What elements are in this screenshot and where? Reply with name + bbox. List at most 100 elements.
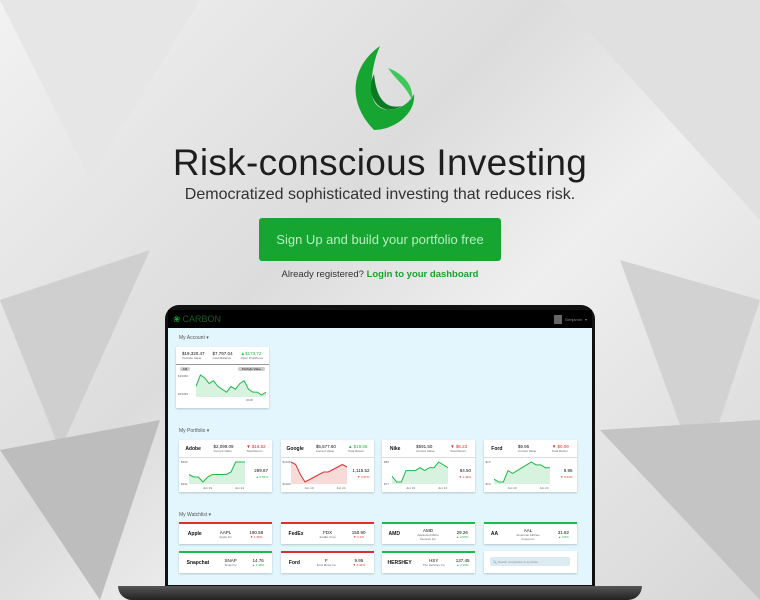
price-change: ▲ 0.55% bbox=[456, 534, 469, 539]
x-tick: Jun 24 bbox=[235, 486, 245, 490]
hero-title: Risk-conscious Investing bbox=[172, 142, 588, 183]
price: 29.26 bbox=[456, 529, 468, 535]
watchlist-item[interactable]: AMD AMD Advanced Micro Devices Inc 29.26 ▲ 0… bbox=[382, 522, 475, 544]
company-name: Ford Motor Co bbox=[316, 563, 337, 567]
y-min: $10 bbox=[485, 482, 491, 486]
carbon-logo bbox=[355, 46, 415, 130]
search-icon: 🔍 bbox=[493, 559, 497, 564]
login-link[interactable]: Login to your dashboard bbox=[367, 269, 479, 280]
stock-price: 299.87 bbox=[254, 468, 268, 473]
price: 31.82 bbox=[557, 529, 570, 535]
portfolio-card[interactable]: Google $5,577.60 Current Value ▲ $19.65 To… bbox=[280, 440, 374, 492]
company-logo: Google bbox=[286, 445, 304, 452]
symbol: AAPL bbox=[219, 529, 232, 535]
portfolio-card[interactable]: Ford $9.95 Current Value ▼ $0.09 Total Ret… bbox=[483, 440, 577, 492]
price-change: ▲ 1.38% bbox=[252, 563, 265, 567]
x-tick: Jun 24 bbox=[336, 486, 346, 490]
watchlist-item[interactable]: FedEx FDX FedEx Corp 150.90 ▼ 3.1% bbox=[280, 522, 374, 544]
stock-sparkline bbox=[493, 461, 550, 484]
sparkline-area bbox=[392, 462, 448, 484]
portfolio-section-title[interactable]: My Portfolio ▾ bbox=[179, 428, 209, 434]
login-prefix: Already registered? bbox=[281, 269, 367, 280]
price-change: ▼ 1.35% bbox=[250, 534, 263, 539]
company-logo: AMD bbox=[388, 531, 400, 537]
label: Cash Balance bbox=[212, 356, 232, 360]
label: Current Value bbox=[315, 449, 335, 453]
label: Total Return bbox=[246, 449, 263, 453]
label: Current Value bbox=[213, 449, 232, 453]
y-min: $291 bbox=[181, 482, 188, 486]
login-prompt: Already registered? Login to your dashbo… bbox=[0, 269, 760, 280]
signup-button[interactable]: Sign Up and build your portfolio free bbox=[259, 218, 501, 261]
price-change: ▼ 0.57% bbox=[357, 475, 370, 479]
watchlist-item[interactable]: Snapchat SNAP Snap Inc 14.76 ▲ 1.38% bbox=[179, 550, 272, 573]
y-max: $1138 bbox=[282, 460, 291, 464]
app-topbar: ❀ CARBON Benjamin ▾ bbox=[168, 310, 592, 328]
user-menu[interactable]: Benjamin ▾ bbox=[554, 314, 587, 324]
x-tick: 2018 bbox=[246, 398, 253, 402]
company-logo: FedEx bbox=[288, 531, 304, 537]
price: 150.90 bbox=[351, 529, 366, 535]
company-name: Apple Inc bbox=[219, 534, 232, 539]
user-name: Benjamin bbox=[565, 316, 582, 322]
chevron-down-icon: ▾ bbox=[584, 316, 587, 322]
company-logo: Ford bbox=[288, 559, 300, 566]
stock-price: 84.50 bbox=[459, 468, 471, 473]
laptop-mockup: ❀ CARBON Benjamin ▾ My Account ▾ $19,320.4… bbox=[165, 305, 595, 590]
y-min: $19365 bbox=[178, 392, 189, 396]
company-name: FedEx Corp bbox=[319, 534, 336, 539]
avatar bbox=[554, 314, 563, 324]
watchlist-item[interactable]: Ford F Ford Motor Co 9.95 ▼ 0.41% bbox=[280, 550, 374, 573]
company-logo: Snapchat bbox=[186, 559, 210, 566]
watchlist-item[interactable]: AA AAL American Airlines Group Inc 31.82 ▲ 0… bbox=[483, 522, 577, 544]
section-label: My Watchlist bbox=[179, 512, 208, 518]
stock-sparkline bbox=[189, 461, 245, 484]
price-change: ▲ 0.8% bbox=[558, 534, 569, 539]
company-logo: AA bbox=[490, 531, 499, 537]
y-min: $77 bbox=[384, 482, 390, 486]
account-section-title[interactable]: My Account ▾ bbox=[179, 335, 209, 341]
account-chart: $19360 $19365 2018 bbox=[176, 373, 269, 403]
watchlist-section-title[interactable]: My Watchlist ▾ bbox=[179, 512, 211, 518]
x-tick: Jun 24 bbox=[438, 486, 448, 490]
label: Total Return bbox=[450, 449, 467, 453]
range-1m[interactable]: 1M bbox=[180, 367, 191, 371]
section-label: My Portfolio bbox=[179, 428, 206, 434]
brand-name: CARBON bbox=[182, 314, 222, 324]
laptop-base bbox=[118, 586, 642, 600]
company-logo: Adobe bbox=[185, 445, 201, 452]
watchlist-item[interactable]: HERSHEY HSY The Hershey Co 137.45 ▲ 0.23% bbox=[382, 550, 475, 573]
company-logo: Ford bbox=[491, 445, 503, 452]
x-tick: Jun 19 bbox=[203, 486, 213, 490]
portfolio-card[interactable]: Adobe $2,099.09 Current Value ▼ $16.52 Tot… bbox=[179, 440, 272, 492]
app-screen: ❀ CARBON Benjamin ▾ My Account ▾ $19,320.4… bbox=[168, 310, 592, 585]
stock-price: 9.95 bbox=[563, 468, 573, 473]
app-brand: ❀ CARBON bbox=[173, 314, 221, 325]
search-input[interactable]: 🔍 Search companies or symbols bbox=[490, 557, 570, 566]
company-name: American Airlines Group Inc bbox=[516, 532, 540, 541]
y-max: $10 bbox=[485, 460, 491, 464]
company-logo: Apple bbox=[187, 531, 202, 537]
metric-dropdown[interactable]: Portfolio Value bbox=[237, 367, 265, 371]
portfolio-card[interactable]: Nike $591.50 Current Value ▼ $6.23 Total R… bbox=[382, 440, 475, 492]
label: Current Value bbox=[416, 449, 435, 453]
account-card: $19,320.47 Portfolio Value $7,797.04 Cash … bbox=[176, 347, 269, 408]
label: Current Value bbox=[517, 449, 537, 453]
label: Total Return bbox=[551, 449, 568, 453]
company-name: Snap Inc bbox=[224, 563, 237, 567]
stock-sparkline bbox=[392, 461, 448, 484]
x-tick: Jun 19 bbox=[507, 486, 517, 490]
watchlist-item[interactable]: Apple AAPL Apple Inc 190.58 ▼ 1.35% bbox=[179, 522, 272, 544]
leaf-icon: ❀ bbox=[173, 313, 181, 324]
label: Open Profit/Loss bbox=[240, 356, 263, 360]
x-tick: Jun 24 bbox=[539, 486, 549, 490]
price: 190.58 bbox=[249, 529, 264, 535]
account-sparkline bbox=[196, 374, 266, 397]
hero-subtitle: Democratized sophisticated investing tha… bbox=[184, 186, 576, 203]
y-max: $19360 bbox=[178, 374, 189, 378]
search-card[interactable]: 🔍 Search companies or symbols bbox=[483, 550, 577, 573]
label: Total Return bbox=[347, 449, 365, 453]
price-change: ▼ 0.41% bbox=[560, 475, 573, 479]
company-logo: Nike bbox=[389, 445, 401, 452]
stock-price: 1,115.52 bbox=[352, 468, 370, 473]
